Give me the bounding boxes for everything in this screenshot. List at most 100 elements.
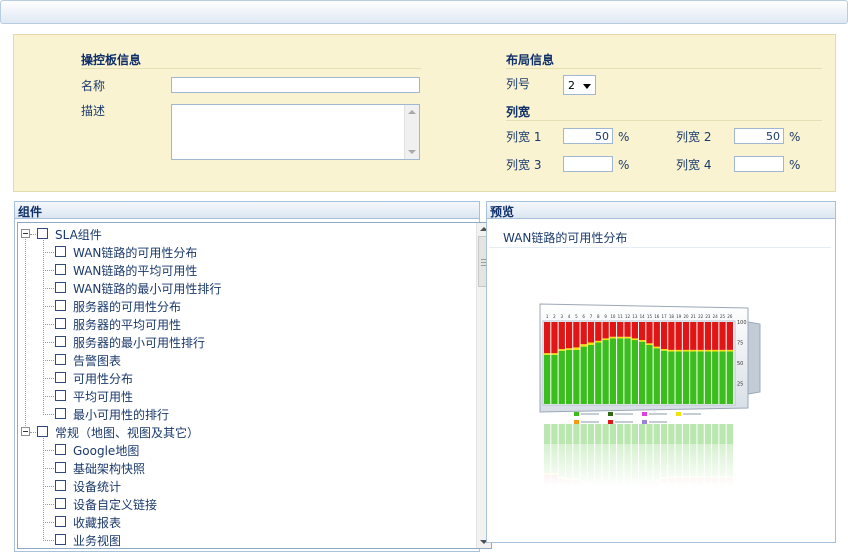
chart-bar-segment xyxy=(675,322,682,350)
chart-bar-segment xyxy=(660,350,668,404)
y-tick-label: 25 xyxy=(737,382,743,388)
tree-checkbox[interactable] xyxy=(55,264,66,275)
chart-bar-segment xyxy=(682,351,690,404)
tree-item[interactable]: WAN链路的平均可用性 xyxy=(18,261,473,279)
chart-bar-segment xyxy=(675,349,682,352)
chart-bar-segment xyxy=(558,349,565,351)
column-count-select[interactable]: 2 xyxy=(563,75,596,95)
tree-connector xyxy=(43,288,54,289)
chart-bar-segment xyxy=(602,340,609,404)
tree-checkbox[interactable] xyxy=(55,390,66,401)
tree-item[interactable]: WAN链路的可用性分布 xyxy=(18,243,473,261)
column-width-3-input[interactable] xyxy=(563,156,613,172)
chart-bar-segment xyxy=(704,351,712,404)
legend-label-placeholder xyxy=(649,421,667,423)
tree-checkbox[interactable] xyxy=(55,282,66,293)
tree-item-label: WAN链路的平均可用性 xyxy=(73,264,198,278)
tree-item[interactable]: 业务视图 xyxy=(18,531,473,548)
x-tick-label: 6 xyxy=(582,314,585,319)
chart-bar-segment xyxy=(609,336,617,339)
chart-bar-segment xyxy=(712,351,719,404)
chart-bar-segment xyxy=(690,351,697,404)
tree-checkbox[interactable] xyxy=(37,228,48,239)
x-tick-label: 24 xyxy=(713,314,719,319)
tree-item[interactable]: WAN链路的最小可用性排行 xyxy=(18,279,473,297)
tree-item[interactable]: 服务器的平均可用性 xyxy=(18,315,473,333)
chart-bar-segment xyxy=(646,343,653,345)
tree-checkbox[interactable] xyxy=(55,462,66,473)
legend-swatch xyxy=(574,420,579,424)
chart-bar-segment xyxy=(690,349,697,352)
tree-checkbox[interactable] xyxy=(55,408,66,419)
name-input[interactable] xyxy=(171,77,420,93)
chart-bar-segment xyxy=(712,322,719,350)
x-tick-label: 10 xyxy=(610,314,616,319)
y-tick-label: 50 xyxy=(737,361,743,367)
chart-bar-segment xyxy=(639,322,646,341)
tree-connector xyxy=(43,450,54,451)
tree-checkbox[interactable] xyxy=(55,480,66,491)
tree-connector xyxy=(43,342,54,343)
tree-item[interactable]: 最小可用性的排行 xyxy=(18,405,473,423)
tree-item-label: 服务器的最小可用性排行 xyxy=(73,336,206,350)
tree-item[interactable]: 告警图表 xyxy=(18,351,473,369)
chart-bar-segment xyxy=(580,346,587,404)
legend-label-placeholder xyxy=(581,413,599,415)
column-width-4-input[interactable] xyxy=(734,156,784,172)
tree-checkbox[interactable] xyxy=(55,336,66,347)
divider xyxy=(506,68,822,69)
tree-checkbox[interactable] xyxy=(55,300,66,311)
tree-checkbox[interactable] xyxy=(55,318,66,329)
tree-checkbox[interactable] xyxy=(55,354,66,365)
column-width-1-label: 列宽 1 xyxy=(506,130,542,144)
description-label: 描述 xyxy=(81,104,106,118)
tree-connector xyxy=(43,360,54,361)
chart-bar-segment xyxy=(697,349,704,352)
chart-bar-segment xyxy=(726,349,733,352)
tree-item[interactable]: 服务器的可用性分布 xyxy=(18,297,473,315)
tree-item[interactable]: 设备统计 xyxy=(18,477,473,495)
dashboard-info-heading: 操控板信息 xyxy=(81,53,142,67)
scroll-up-icon[interactable] xyxy=(408,110,416,114)
tree-checkbox[interactable] xyxy=(55,516,66,527)
chart-bar-segment xyxy=(660,322,668,350)
tree-group[interactable]: SLA组件 xyxy=(18,225,473,243)
chart-bar-segment xyxy=(704,322,712,350)
chart-bar-segment xyxy=(631,340,638,404)
chart-bar-segment xyxy=(617,336,624,339)
tree-item[interactable]: 设备自定义链接 xyxy=(18,495,473,513)
textarea-scrollbar[interactable] xyxy=(404,105,419,159)
reflection-fade xyxy=(530,444,770,486)
tree-item-label: 告警图表 xyxy=(73,354,122,368)
tree-checkbox[interactable] xyxy=(55,246,66,257)
tree-item-label: Google地图 xyxy=(73,444,140,458)
chart-bar-segment xyxy=(617,338,624,404)
description-textarea[interactable] xyxy=(171,104,420,160)
chart-bar-segment xyxy=(565,348,573,350)
tree-connector xyxy=(30,234,36,235)
column-width-2-input[interactable] xyxy=(734,128,784,144)
tree-checkbox[interactable] xyxy=(55,534,66,545)
chart-bar-segment xyxy=(682,349,690,352)
tree-item[interactable]: Google地图 xyxy=(18,441,473,459)
tree-item[interactable]: 收藏报表 xyxy=(18,513,473,531)
chart-bar-segment xyxy=(544,353,551,355)
tree-connector xyxy=(43,504,54,505)
tree-checkbox[interactable] xyxy=(37,426,48,437)
scroll-down-icon[interactable] xyxy=(408,150,416,154)
tree-item[interactable]: 基础架构快照 xyxy=(18,459,473,477)
chart-bar-segment xyxy=(704,349,712,352)
chart-bar-segment xyxy=(580,322,587,345)
legend-swatch xyxy=(608,412,613,416)
collapse-icon[interactable] xyxy=(21,427,30,436)
collapse-icon[interactable] xyxy=(21,229,30,238)
column-width-1-input[interactable] xyxy=(563,128,613,144)
tree-checkbox[interactable] xyxy=(55,444,66,455)
tree-item[interactable]: 平均可用性 xyxy=(18,387,473,405)
tree-group[interactable]: 常规（地图、视图及其它） xyxy=(18,423,473,441)
tree-item[interactable]: 服务器的最小可用性排行 xyxy=(18,333,473,351)
tree-checkbox[interactable] xyxy=(55,372,66,383)
tree-checkbox[interactable] xyxy=(55,498,66,509)
tree-item[interactable]: 可用性分布 xyxy=(18,369,473,387)
percent-sign: % xyxy=(618,130,630,144)
